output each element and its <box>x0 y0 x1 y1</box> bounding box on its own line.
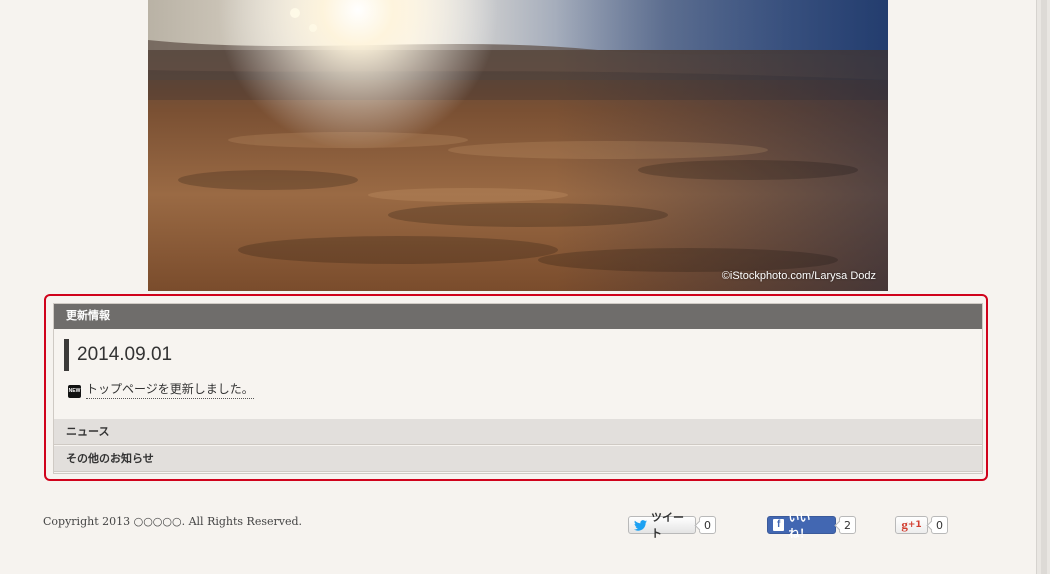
updates-header: 更新情報 <box>54 304 982 329</box>
like-count: 2 <box>839 516 856 534</box>
sky-clouds-illustration <box>148 0 888 291</box>
facebook-like-share: f いいね！ 2 <box>767 511 856 540</box>
updates-panel: 更新情報 2014.09.01 NEW トップページを更新しました。 ニュース … <box>53 303 983 474</box>
photo-credit: ©iStockphoto.com/Larysa Dodz <box>721 270 876 282</box>
facebook-f-icon: f <box>773 519 785 531</box>
twitter-bird-icon <box>634 519 647 531</box>
plus-one-label: +1 <box>907 520 922 530</box>
tweet-button[interactable]: ツイート <box>628 511 696 540</box>
menu-item-other-notices[interactable]: その他のお知らせ <box>54 446 982 472</box>
news-item: NEW トップページを更新しました。 <box>68 380 254 399</box>
news-item-link[interactable]: トップページを更新しました。 <box>86 380 254 399</box>
hero-image: ©iStockphoto.com/Larysa Dodz <box>148 0 888 291</box>
copyright-text: Copyright 2013 ○○○○○. All Rights Reserve… <box>43 515 303 528</box>
new-badge-icon: NEW <box>68 384 81 398</box>
tweet-share: ツイート 0 <box>628 511 716 540</box>
google-plus-share: g +1 0 <box>895 515 948 535</box>
plus-one-count: 0 <box>931 516 948 534</box>
google-plus-one-button[interactable]: g +1 <box>895 516 928 534</box>
tweet-count: 0 <box>699 516 716 534</box>
facebook-like-button[interactable]: f いいね！ <box>767 511 836 540</box>
update-date: 2014.09.01 <box>64 339 172 371</box>
tweet-label: ツイート <box>651 511 684 540</box>
page-scrollbar[interactable] <box>1036 0 1050 574</box>
menu-item-news[interactable]: ニュース <box>54 419 982 445</box>
like-label: いいね！ <box>788 511 811 540</box>
